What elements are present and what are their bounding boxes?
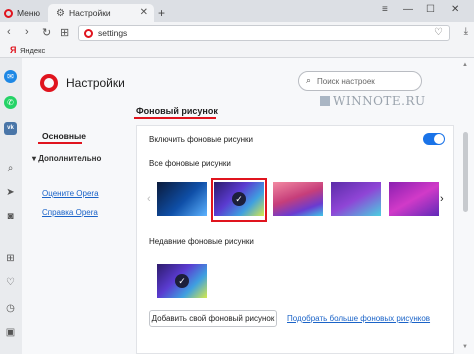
scroll-up-icon[interactable]: ▲	[462, 62, 468, 68]
restore-button[interactable]: ☐	[426, 4, 435, 15]
bookmarks-bar: Я Яндекс	[0, 44, 474, 58]
settings-page: Настройки ⌕ Поиск настроек WINNOTE.RU Ос…	[22, 58, 474, 354]
checkmark-icon: ✓	[175, 274, 189, 288]
opera-logo-icon	[4, 8, 13, 18]
url-text: settings	[98, 28, 128, 38]
enable-wallpapers-toggle[interactable]	[423, 133, 445, 145]
prev-arrow-icon[interactable]: ‹	[147, 193, 151, 205]
wallpaper-card: Включить фоновые рисунки Все фоновые рис…	[136, 125, 454, 354]
opera-menu-button[interactable]: Меню	[0, 4, 46, 22]
watermark: WINNOTE.RU	[320, 94, 426, 108]
new-tab-button[interactable]: +	[158, 6, 165, 20]
messenger-icon[interactable]: ✉	[4, 70, 17, 83]
gear-icon: ⚙	[56, 7, 65, 19]
search-icon: ⌕	[306, 75, 312, 85]
bookmark-heart-icon[interactable]: ♡	[434, 27, 443, 38]
tab-strip: Меню ⚙ Настройки ✕ + ≡ — ☐ ✕	[0, 0, 474, 22]
opera-help-link[interactable]: Справка Opera	[42, 208, 98, 217]
address-bar: ‹ › ↻ ⊞ settings ♡ ⤓	[0, 22, 474, 44]
wallpaper-thumb-waves[interactable]	[273, 182, 323, 216]
more-wallpapers-link[interactable]: Подобрать больше фоновых рисунков	[287, 314, 430, 323]
scrollbar[interactable]: ▲ ▼	[462, 58, 470, 354]
wallpaper-thumb-windows[interactable]	[157, 182, 207, 216]
section-title-underline	[134, 117, 216, 119]
wallpaper-thumb-purple[interactable]	[331, 182, 381, 216]
page-title: Настройки	[66, 76, 125, 90]
recent-wallpapers-label: Недавние фоновые рисунки	[149, 237, 254, 246]
wallpaper-thumb-magenta[interactable]	[389, 182, 439, 216]
clock-icon[interactable]: ◷	[4, 302, 17, 315]
tab-settings[interactable]: ⚙ Настройки ✕	[48, 4, 154, 22]
selection-highlight	[211, 178, 267, 222]
send-icon[interactable]: ➤	[4, 186, 17, 199]
watermark-text: WINNOTE.RU	[333, 94, 426, 108]
close-window-button[interactable]: ✕	[451, 4, 459, 15]
search-placeholder: Поиск настроек	[317, 77, 375, 86]
nav-basic[interactable]: Основные	[42, 131, 86, 141]
tab-settings-label: Настройки	[69, 8, 111, 18]
bookmark-yandex[interactable]: Яндекс	[20, 46, 45, 55]
vk-icon[interactable]: vk	[4, 122, 17, 135]
camera-icon[interactable]: ◙	[4, 210, 17, 223]
download-icon[interactable]: ⤓	[464, 26, 468, 37]
opera-page-icon	[84, 29, 93, 38]
nav-advanced-label: Дополнительно	[38, 154, 102, 163]
toggle-knob	[434, 134, 444, 144]
whatsapp-icon[interactable]: ✆	[4, 96, 17, 109]
next-arrow-icon[interactable]: ›	[440, 193, 444, 205]
url-field[interactable]: settings ♡	[78, 25, 450, 41]
opera-logo-icon	[40, 74, 58, 92]
scrollbar-thumb[interactable]	[463, 132, 468, 212]
chevron-down-icon: ▾	[32, 154, 37, 163]
search-input[interactable]: ⌕ Поиск настроек	[298, 71, 422, 91]
minimize-button[interactable]: —	[403, 4, 413, 15]
yandex-icon: Я	[10, 45, 17, 55]
add-wallpaper-button[interactable]: Добавить свой фоновый рисунок	[149, 310, 277, 327]
all-wallpapers-label: Все фоновые рисунки	[149, 159, 231, 168]
tab-close-button[interactable]: ✕	[140, 7, 148, 18]
search-icon[interactable]: ⌕	[4, 162, 17, 175]
menu-label: Меню	[17, 8, 40, 18]
speed-dial-button[interactable]: ⊞	[60, 26, 69, 39]
enable-wallpapers-label: Включить фоновые рисунки	[149, 135, 253, 144]
reload-button[interactable]: ↻	[42, 26, 51, 39]
sidebar-rail: ✉ ✆ vk ⌕ ➤ ◙ ⊞ ♡ ◷ ▣	[0, 58, 22, 354]
apps-icon[interactable]: ⊞	[4, 252, 17, 265]
rate-opera-link[interactable]: Оцените Opera	[42, 189, 99, 198]
section-title: Фоновый рисунок	[136, 106, 218, 116]
wallet-icon[interactable]: ▣	[4, 326, 17, 339]
nav-advanced[interactable]: ▾ Дополнительно	[32, 154, 101, 163]
scroll-down-icon[interactable]: ▼	[462, 344, 468, 350]
tab-menu-icon[interactable]: ≡	[382, 4, 388, 15]
back-button[interactable]: ‹	[7, 26, 11, 38]
nav-basic-underline	[38, 142, 82, 144]
heart-icon[interactable]: ♡	[4, 276, 17, 289]
forward-button[interactable]: ›	[25, 26, 29, 38]
windows-logo-icon	[320, 96, 330, 106]
